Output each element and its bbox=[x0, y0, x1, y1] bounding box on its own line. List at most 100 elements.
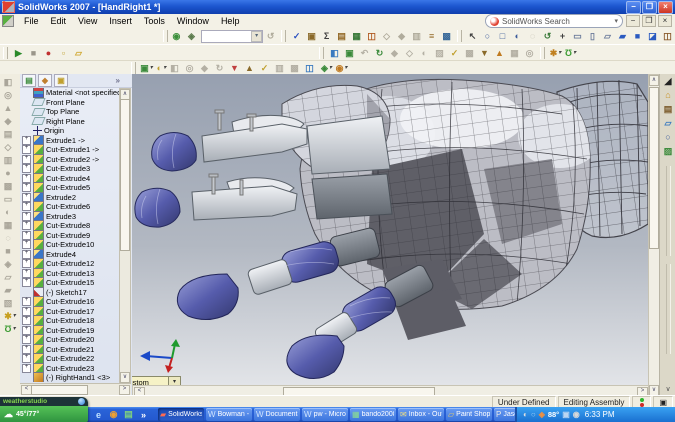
smart-mates-icon[interactable]: ◇ bbox=[402, 47, 417, 60]
pan-icon[interactable]: + bbox=[555, 30, 570, 43]
mate-active-icon[interactable]: ✱▾ bbox=[3, 310, 18, 323]
macro-run-icon[interactable]: ▶ bbox=[11, 47, 26, 60]
expand-plus-icon[interactable]: + bbox=[22, 155, 31, 164]
search-tray-icon[interactable]: ○ bbox=[531, 410, 536, 419]
toolbar-grip[interactable] bbox=[319, 47, 324, 59]
motor-icon[interactable]: Ʊ▾ bbox=[563, 47, 578, 60]
insert-component-icon[interactable]: ▣ bbox=[342, 47, 357, 60]
search-tab-icon[interactable]: ○ bbox=[661, 130, 675, 144]
custom-properties-icon[interactable]: ◫ bbox=[364, 30, 379, 43]
interference-detection-icon[interactable]: ▦ bbox=[507, 47, 522, 60]
task-button[interactable]: ▰ SolidWorks ... bbox=[158, 408, 204, 421]
network-tray-icon[interactable]: ▣ bbox=[562, 410, 570, 419]
weather-widget[interactable]: weatherstudio ☁ 45°/77° bbox=[0, 397, 88, 422]
configuration-dropdown[interactable]: Custom ▾ bbox=[132, 376, 181, 385]
combo-dropdown-icon[interactable]: ▾ bbox=[251, 31, 262, 42]
linear-pattern-icon[interactable]: ▩ bbox=[462, 47, 477, 60]
hide-show-components-icon[interactable]: ◐▾ bbox=[154, 62, 169, 75]
tree-scroll-thumb[interactable] bbox=[120, 99, 130, 251]
macro-stop-icon[interactable]: ■ bbox=[26, 47, 41, 60]
task-button[interactable]: ▦ bando2008 ... bbox=[350, 408, 396, 421]
menu-item[interactable]: File bbox=[18, 16, 45, 26]
menu-item[interactable]: Help bbox=[215, 16, 246, 26]
child-minimize-button[interactable]: − bbox=[626, 15, 640, 27]
statistics-icon[interactable]: ≡ bbox=[424, 30, 439, 43]
mass-properties-icon[interactable]: ◆ bbox=[394, 30, 409, 43]
task-button[interactable]: W Bowman - ... bbox=[206, 408, 252, 421]
hidden-lines-visible-icon[interactable]: ▯ bbox=[585, 30, 600, 43]
spellcheck-icon[interactable]: ✓ bbox=[289, 30, 304, 43]
mate-side-icon[interactable]: ◎▾ bbox=[3, 89, 18, 102]
join-side-icon[interactable]: ▰▾ bbox=[3, 284, 18, 297]
expand-plus-icon[interactable]: + bbox=[22, 354, 31, 363]
expand-plus-icon[interactable]: + bbox=[22, 183, 31, 192]
expand-plus-icon[interactable]: + bbox=[22, 164, 31, 173]
no-external-references-icon[interactable]: ◎▾ bbox=[184, 62, 199, 75]
menu-item[interactable]: Edit bbox=[45, 16, 73, 26]
file-explorer-icon[interactable]: ▱ bbox=[661, 116, 675, 130]
shadows-icon[interactable]: ◪ bbox=[645, 30, 660, 43]
rotate-component-icon[interactable]: ↻ bbox=[372, 47, 387, 60]
select-arrow-icon[interactable]: ↖ bbox=[465, 30, 480, 43]
expand-plus-icon[interactable]: + bbox=[22, 174, 31, 183]
menu-item[interactable]: Insert bbox=[103, 16, 138, 26]
assembly-features-side-icon[interactable]: ▭▾ bbox=[3, 193, 18, 206]
cavity-side-icon[interactable]: ▱▾ bbox=[3, 271, 18, 284]
expand-plus-icon[interactable]: + bbox=[22, 145, 31, 154]
download-tray-icon[interactable]: ◈ bbox=[539, 410, 545, 419]
scheduler-tray-icon[interactable]: ◐ bbox=[523, 410, 528, 419]
simulation-icon[interactable]: ✱▾ bbox=[548, 47, 563, 60]
toolbar-grip[interactable] bbox=[163, 30, 168, 42]
refresh-icon[interactable]: ↺ bbox=[263, 30, 278, 43]
split-side-icon[interactable]: ■▾ bbox=[3, 245, 18, 258]
interference-side-icon[interactable]: ▩▾ bbox=[3, 180, 18, 193]
scroll-down-icon[interactable]: ∨ bbox=[120, 372, 130, 383]
exploded-view-icon[interactable]: ▲ bbox=[492, 47, 507, 60]
shaded-with-edges-icon[interactable]: ▰ bbox=[615, 30, 630, 43]
solidworks-search-box[interactable]: SolidWorks Search ▾ bbox=[485, 14, 623, 28]
zoom-area-icon[interactable]: □ bbox=[495, 30, 510, 43]
child-restore-button[interactable]: ❐ bbox=[642, 15, 656, 27]
smart-fasteners-side-icon[interactable]: ◆▾ bbox=[3, 115, 18, 128]
propertymanager-tab[interactable]: ◆ bbox=[38, 74, 52, 87]
expand-plus-icon[interactable]: + bbox=[22, 259, 31, 268]
section-view-icon[interactable]: ◫ bbox=[660, 30, 675, 43]
undo-icon[interactable]: ↶ bbox=[357, 47, 372, 60]
expand-plus-icon[interactable]: + bbox=[22, 326, 31, 335]
document-combo[interactable]: ▾ bbox=[201, 30, 263, 43]
move-component-icon[interactable]: ◆ bbox=[387, 47, 402, 60]
new-document-icon[interactable]: ▫ bbox=[56, 47, 71, 60]
title-bar[interactable]: SolidWorks 2007 - [HandRight1 *] − ❐ × bbox=[0, 0, 675, 14]
expand-plus-icon[interactable]: + bbox=[22, 221, 31, 230]
equations-icon[interactable]: Σ bbox=[319, 30, 334, 43]
mirror-components-icon[interactable]: ◫▾ bbox=[304, 62, 319, 75]
shaded-icon[interactable]: ■ bbox=[630, 30, 645, 43]
tree-vertical-scrollbar[interactable]: ∧ ∨ bbox=[119, 88, 131, 384]
expand-plus-icon[interactable]: + bbox=[22, 193, 31, 202]
measure-icon[interactable]: ◇ bbox=[379, 30, 394, 43]
task-button[interactable]: W Document3 ... bbox=[254, 408, 300, 421]
width-mate-icon[interactable]: ▥▾ bbox=[274, 62, 289, 75]
rotate-component-side-icon[interactable]: ◇▾ bbox=[3, 141, 18, 154]
ie-icon[interactable]: e bbox=[92, 408, 105, 421]
expand-plus-icon[interactable]: + bbox=[22, 335, 31, 344]
expand-plus-icon[interactable]: + bbox=[22, 297, 31, 306]
expand-plus-icon[interactable]: + bbox=[22, 136, 31, 145]
task-button[interactable]: W pw - Micros... bbox=[302, 408, 348, 421]
scroll-up-icon[interactable]: ∧ bbox=[649, 75, 659, 86]
expand-plus-icon[interactable]: + bbox=[22, 307, 31, 316]
search-dropdown-icon[interactable]: ▾ bbox=[614, 17, 618, 25]
pattern-components-icon[interactable]: ▩▾ bbox=[289, 62, 304, 75]
task-button[interactable]: ✉ Inbox - Out... bbox=[398, 408, 444, 421]
media-player-icon[interactable]: ◉ bbox=[107, 408, 120, 421]
move-component-side-icon[interactable]: ▤▾ bbox=[3, 128, 18, 141]
tree-item[interactable]: + Right Plane bbox=[20, 117, 120, 127]
rotate-view-icon[interactable]: ↺ bbox=[540, 30, 555, 43]
open-document-icon[interactable]: ▱ bbox=[71, 47, 86, 60]
toolbar-grip[interactable] bbox=[457, 30, 462, 42]
design-table-icon[interactable]: ▤ bbox=[334, 30, 349, 43]
featuremanager-tab[interactable]: ▤ bbox=[22, 74, 36, 87]
tree-item[interactable]: + Material <not specified> bbox=[20, 88, 120, 98]
toolbar-grip[interactable] bbox=[3, 47, 8, 59]
assembly-features-icon[interactable]: ◎ bbox=[522, 47, 537, 60]
